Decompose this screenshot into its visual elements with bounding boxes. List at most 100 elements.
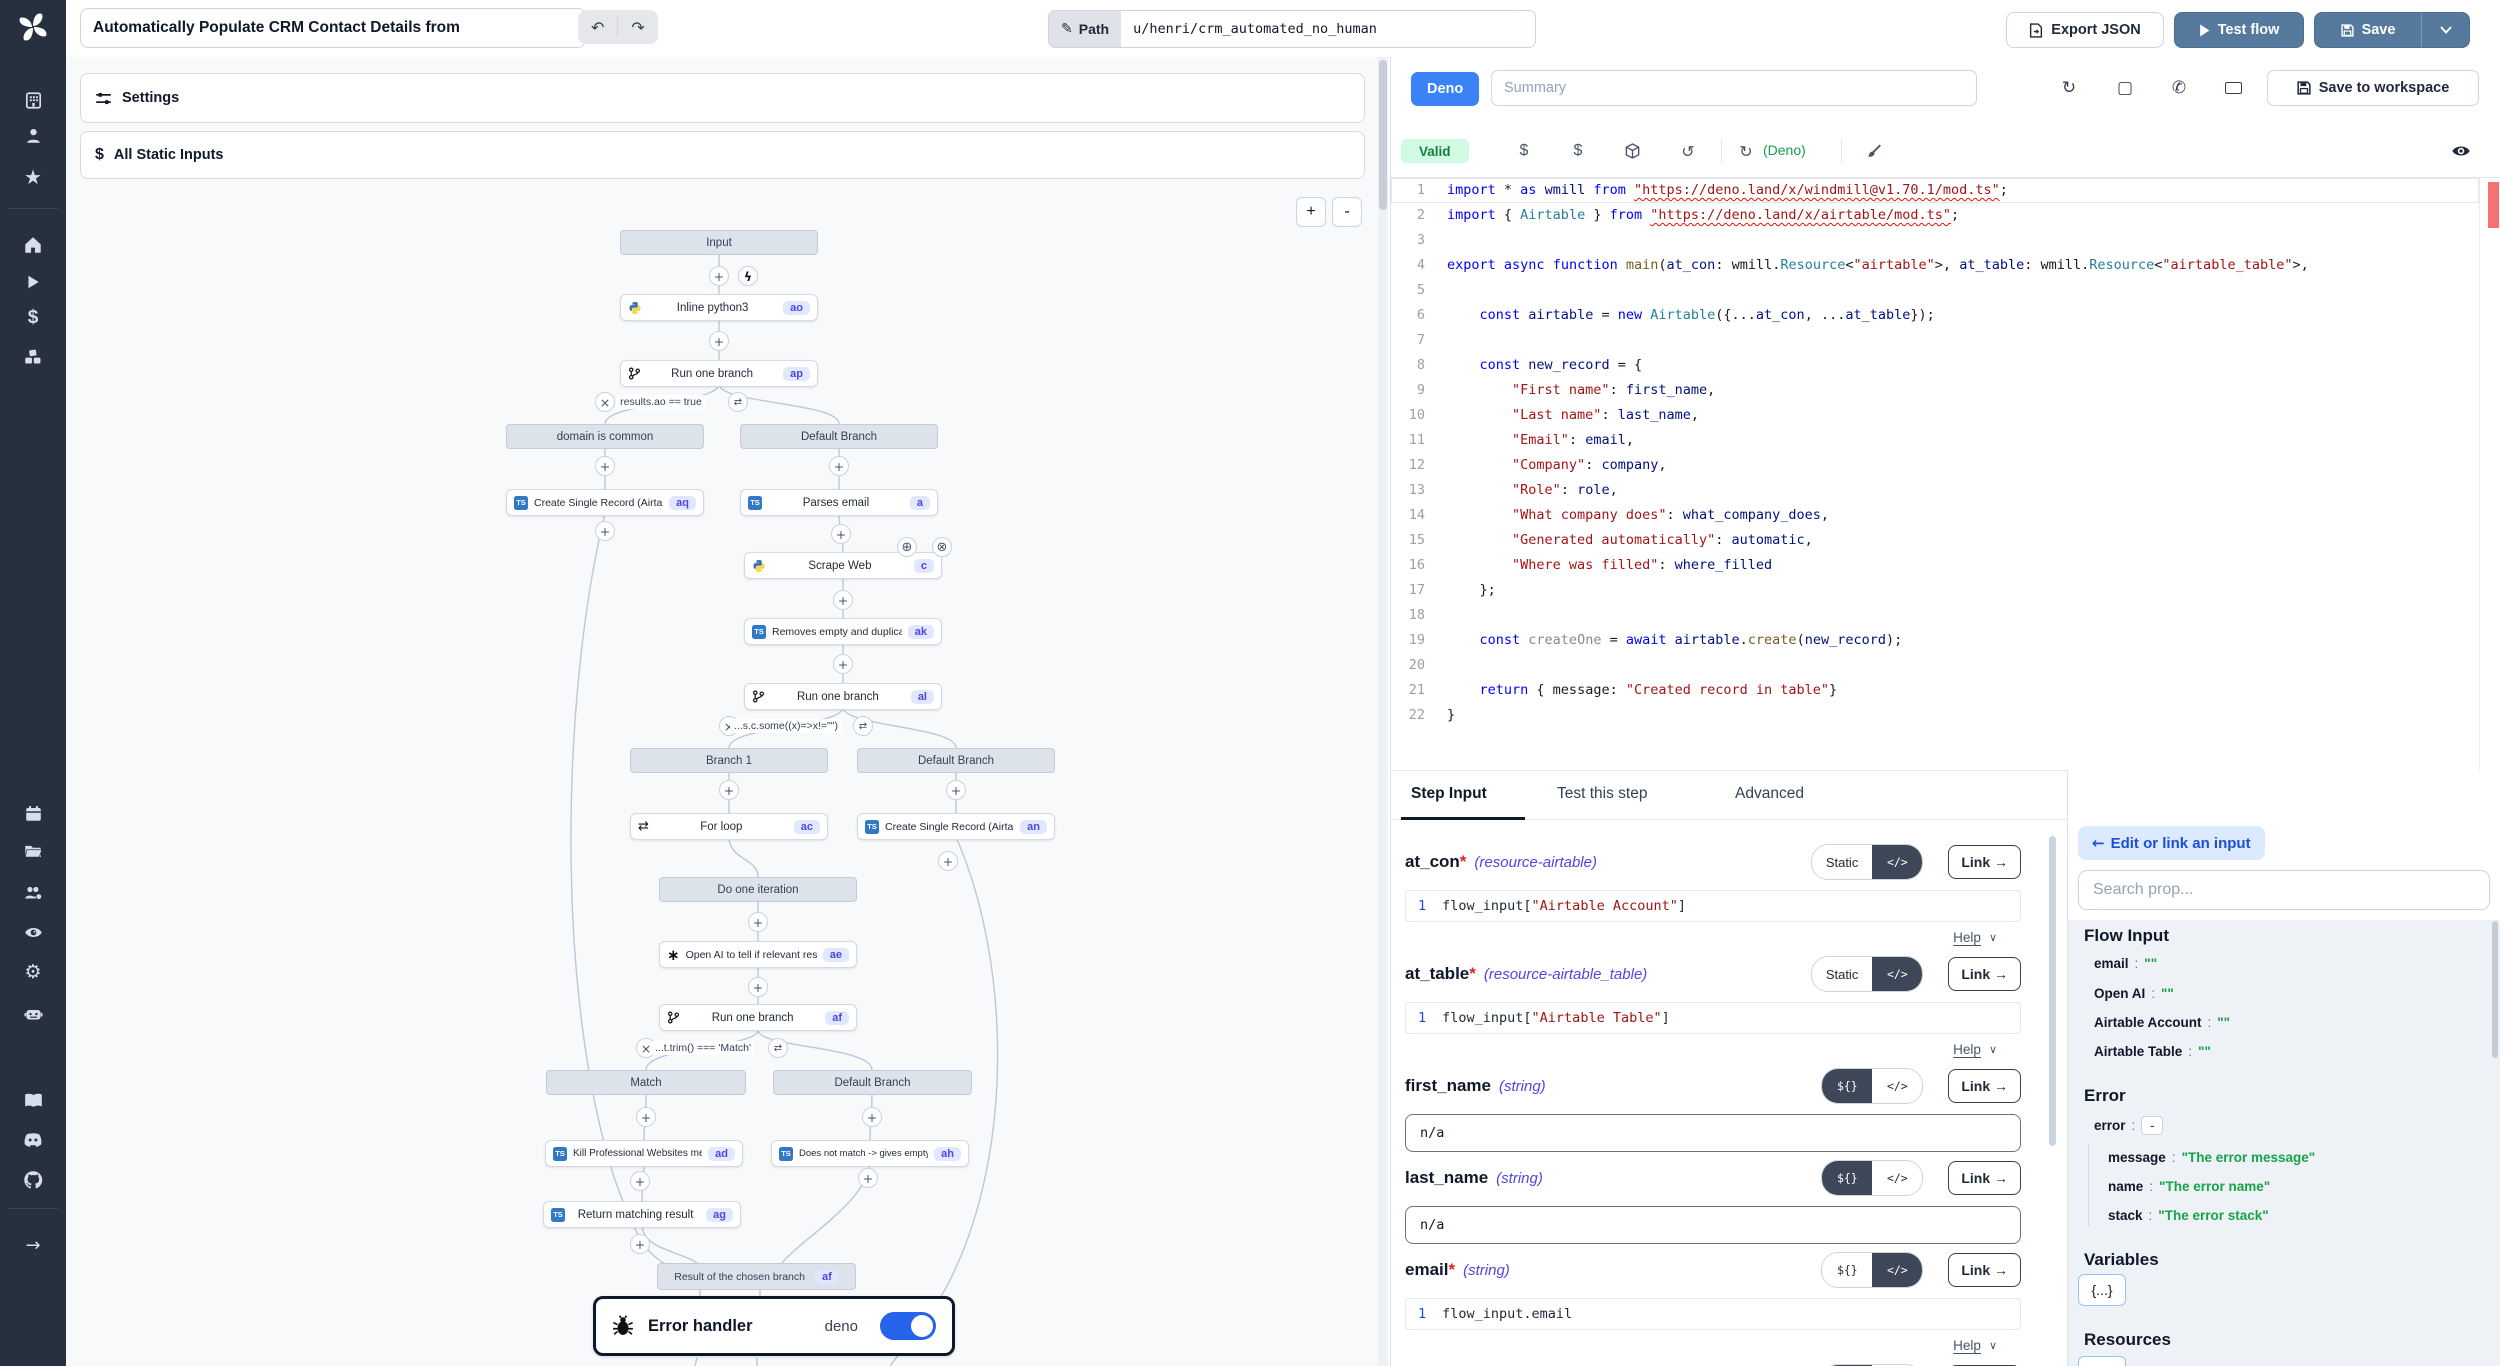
node-does-not-match[interactable]: TS Does not match -> gives empty value a…	[771, 1140, 969, 1167]
branch-predicate[interactable]: ...s.c.some((x)=>x!="")	[730, 719, 842, 733]
tab-test-this-step[interactable]: Test this step	[1557, 785, 1647, 803]
reload-icon[interactable]: ↻	[1731, 137, 1761, 165]
tab-advanced[interactable]: Advanced	[1735, 785, 1804, 803]
user-icon[interactable]	[0, 118, 66, 152]
field-expression[interactable]: 1flow_input.email	[1405, 1298, 2021, 1330]
field-text-input[interactable]: n/a	[1405, 1114, 2021, 1152]
link-button[interactable]: Link →	[1948, 1161, 2021, 1195]
format-brush-icon[interactable]	[1859, 137, 1889, 165]
flow-title-input[interactable]: Automatically Populate CRM Contact Detai…	[80, 8, 586, 48]
link-button[interactable]: Link →	[1948, 1253, 2021, 1287]
workers-robot-icon[interactable]	[0, 996, 66, 1030]
node-open-ai-relevant[interactable]: ∗ Open AI to tell if relevant result ae	[659, 941, 857, 968]
prop-row[interactable]: message:"The error message"	[2108, 1150, 2315, 1165]
node-for-loop[interactable]: ⇄ For loop ac	[630, 813, 828, 840]
node-default-branch-1[interactable]: Default Branch	[740, 424, 938, 449]
branch-predicate[interactable]: results.ao == true	[616, 395, 706, 409]
add-step-button[interactable]: +	[938, 851, 958, 871]
node-return-matching[interactable]: TS Return matching result ag	[543, 1201, 741, 1228]
package-cube-icon[interactable]	[1617, 137, 1647, 165]
schedules-calendar-icon[interactable]	[0, 796, 66, 830]
step-panel-scrollbar[interactable]	[2049, 836, 2056, 1146]
search-prop-input[interactable]: Search prop...	[2078, 870, 2490, 910]
field-expression[interactable]: 1flow_input["Airtable Table"]	[1405, 1002, 2021, 1034]
swap-branch-button[interactable]: ⇄	[728, 392, 748, 412]
add-step-button[interactable]: +	[595, 456, 615, 476]
node-input[interactable]: Input	[620, 230, 818, 255]
node-domain-is-common[interactable]: domain is common	[506, 424, 704, 449]
var-dollar-icon[interactable]: $	[1563, 137, 1593, 165]
expand-icon[interactable]: ▢	[2107, 71, 2143, 105]
path-edit-button[interactable]: ✎Path	[1049, 11, 1121, 47]
input-mode-toggle[interactable]: ${} </>	[1821, 1068, 1923, 1104]
add-step-button[interactable]: +	[595, 521, 615, 541]
summary-input[interactable]: Summary	[1491, 70, 1977, 106]
workspace-icon[interactable]	[0, 83, 66, 117]
node-create-single-record-1[interactable]: TS Create Single Record (Airtable) aq	[506, 489, 704, 516]
zoom-out-button[interactable]: -	[1332, 197, 1362, 227]
retry-icon[interactable]: ↻	[2051, 71, 2087, 105]
windmill-logo-icon[interactable]	[0, 10, 66, 44]
node-kill-professional[interactable]: TS Kill Professional Websites mentions a…	[545, 1140, 743, 1167]
help-link[interactable]: Help∨	[1405, 1334, 1997, 1356]
help-link[interactable]: Help∨	[1405, 926, 1997, 948]
code-editor[interactable]: 1import * as wmill from "https://deno.la…	[1391, 178, 2479, 770]
add-step-button[interactable]: +	[630, 1234, 650, 1254]
zoom-in-button[interactable]: +	[1296, 197, 1326, 227]
test-dollar-icon[interactable]: $	[1509, 137, 1539, 165]
add-step-button[interactable]: +	[709, 266, 729, 286]
swap-branch-button[interactable]: ⇄	[768, 1038, 788, 1058]
favorites-star-icon[interactable]: ★	[0, 160, 66, 194]
suspend-phone-icon[interactable]: ✆	[2161, 71, 2197, 105]
language-badge[interactable]: Deno	[1411, 72, 1479, 106]
field-text-input[interactable]: n/a	[1405, 1206, 2021, 1244]
add-step-button[interactable]: +	[748, 912, 768, 932]
add-step-button[interactable]: +	[709, 331, 729, 351]
collapse-button[interactable]: -	[2141, 1116, 2163, 1135]
prop-row[interactable]: stack:"The error stack"	[2108, 1208, 2269, 1223]
add-step-button[interactable]: +	[636, 1107, 656, 1127]
reset-icon[interactable]: ↺	[1673, 137, 1703, 165]
node-match[interactable]: Match	[546, 1070, 746, 1095]
input-mode-toggle[interactable]: Static </>	[1811, 956, 1924, 992]
settings-gear-icon[interactable]: ⚙	[0, 955, 66, 989]
remove-branch-button[interactable]: ×	[595, 392, 615, 412]
add-step-button[interactable]: +	[748, 977, 768, 997]
audit-eye-icon[interactable]	[0, 915, 66, 949]
discord-icon[interactable]	[0, 1123, 66, 1157]
add-step-button[interactable]: +	[833, 654, 853, 674]
node-do-one-iteration[interactable]: Do one iteration	[659, 877, 857, 902]
move-node-button[interactable]: ⊕	[897, 537, 917, 557]
input-mode-toggle[interactable]: ${} </>	[1821, 1160, 1923, 1196]
edit-or-link-badge[interactable]: ←Edit or link an input	[2078, 826, 2265, 860]
variables-dollar-icon[interactable]: $	[0, 301, 66, 335]
save-to-workspace-button[interactable]: Save to workspace	[2267, 70, 2479, 106]
path-input[interactable]: u/henri/crm_automated_no_human	[1121, 11, 1535, 47]
save-button[interactable]: Save	[2314, 12, 2422, 48]
groups-users-icon[interactable]	[0, 875, 66, 909]
sleep-icon[interactable]	[2215, 71, 2251, 105]
export-json-button[interactable]: Export JSON	[2006, 12, 2164, 48]
github-icon[interactable]	[0, 1163, 66, 1197]
add-step-button[interactable]: +	[946, 780, 966, 800]
docs-book-icon[interactable]	[0, 1083, 66, 1117]
add-step-button[interactable]: +	[831, 524, 851, 544]
link-button[interactable]: Link →	[1948, 845, 2021, 879]
node-default-branch-3[interactable]: Default Branch	[773, 1070, 972, 1095]
resources-cubes-icon[interactable]	[0, 340, 66, 374]
undo-button[interactable]: ↶	[578, 18, 617, 37]
add-step-button[interactable]: +	[862, 1107, 882, 1127]
prop-row[interactable]: Open AI:""	[2094, 986, 2174, 1001]
branch-predicate[interactable]: ...t.trim() === 'Match'	[651, 1041, 755, 1055]
add-step-button[interactable]: +	[630, 1171, 650, 1191]
node-inline-python3[interactable]: Inline python3 ao	[620, 294, 818, 321]
swap-branch-button[interactable]: ⇄	[853, 716, 873, 736]
node-branch-1[interactable]: Branch 1	[630, 748, 828, 773]
node-create-single-record-2[interactable]: TS Create Single Record (Airtable) an	[857, 813, 1055, 840]
node-run-one-branch-1[interactable]: Run one branch ap	[620, 360, 818, 387]
help-link[interactable]: Help∨	[1405, 1038, 1997, 1060]
editor-scrollbar[interactable]	[2479, 178, 2500, 770]
collapse-arrow-icon[interactable]: →	[0, 1228, 66, 1262]
prop-panel-scrollbar[interactable]	[2492, 921, 2498, 1058]
save-dropdown-button[interactable]	[2421, 12, 2470, 48]
